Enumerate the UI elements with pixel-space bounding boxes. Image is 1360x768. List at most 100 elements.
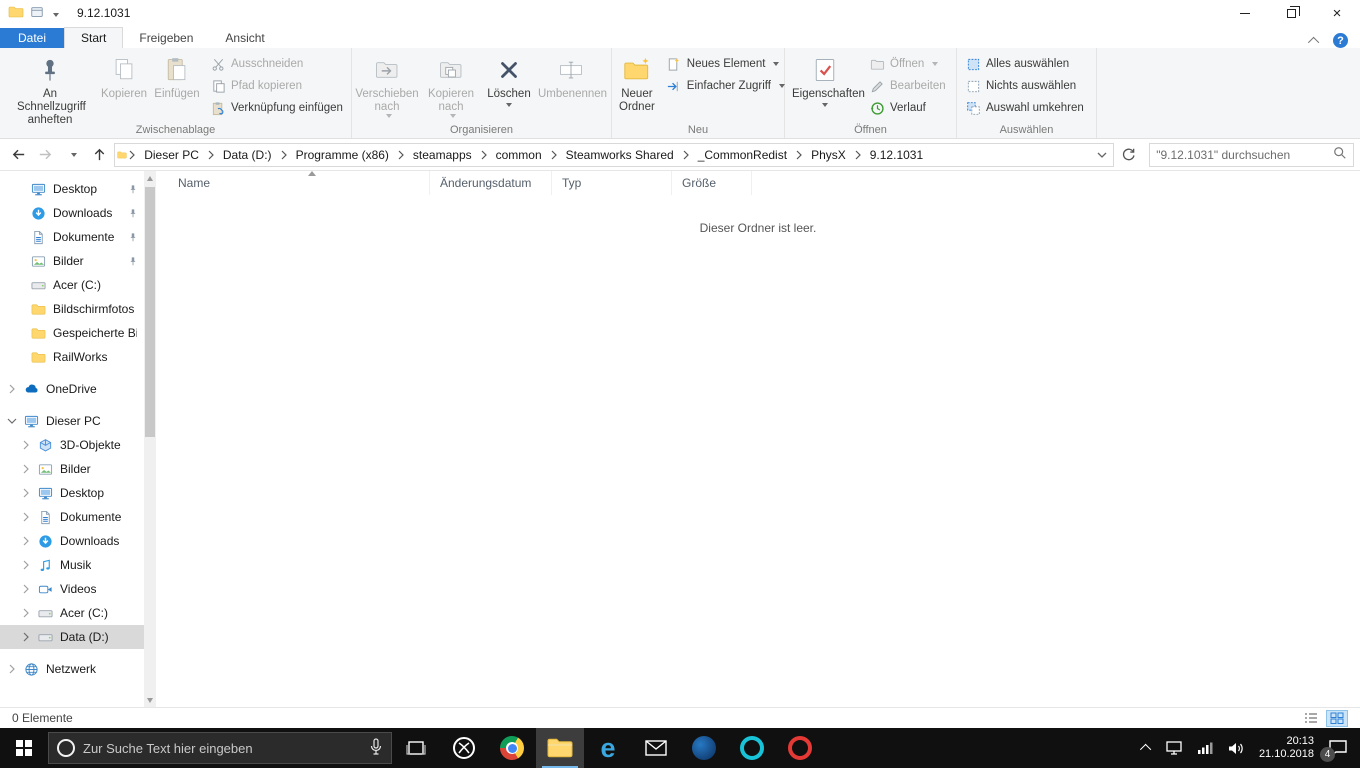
qat-button-icon[interactable] [30,5,44,22]
sidebar-item-acer-c-qa[interactable]: Acer (C:) [0,273,156,297]
sidebar-item-bildschirmfotos[interactable]: Bildschirmfotos [0,297,156,321]
chevron-right-icon[interactable] [20,512,31,522]
pin-to-quick-access-button[interactable]: An Schnellzugriff anheften [2,51,98,129]
chevron-right-icon[interactable] [6,384,17,394]
qat-customize-chevron-icon[interactable] [50,6,59,20]
sidebar-item-3d-objekte[interactable]: 3D-Objekte [0,433,156,457]
sidebar-item-bilder[interactable]: Bilder [0,457,156,481]
chevron-right-icon[interactable] [20,584,31,594]
sidebar-item-data-d[interactable]: Data (D:) [0,625,156,649]
minimize-ribbon-icon[interactable] [1307,34,1320,48]
help-icon[interactable]: ? [1333,33,1348,48]
signal-icon[interactable] [1190,728,1220,768]
refresh-button[interactable] [1116,143,1141,167]
copy-button[interactable]: Kopieren [98,51,150,103]
chevron-right-icon[interactable] [6,664,17,674]
sidebar-item-documents-qa[interactable]: Dokumente [0,225,156,249]
paste-button[interactable]: Einfügen [150,51,204,103]
cut-button[interactable]: Ausschneiden [204,53,349,75]
tab-freigeben[interactable]: Freigeben [123,28,209,48]
ethernet-icon[interactable] [1158,728,1190,768]
column-header-size[interactable]: Größe [672,171,752,195]
minimize-button[interactable] [1222,0,1268,26]
edit-button[interactable]: Bearbeiten [863,75,952,97]
taskbar-app-mail[interactable] [632,728,680,768]
taskbar-app-chrome[interactable] [488,728,536,768]
close-button[interactable]: × [1314,0,1360,26]
breadcrumb-item[interactable]: Steamworks Shared [559,144,681,166]
chevron-right-icon[interactable] [20,608,31,618]
column-header-date[interactable]: Änderungsdatum [430,171,552,195]
taskbar-app-steam[interactable] [680,728,728,768]
sidebar-scrollbar[interactable] [144,171,156,707]
new-item-button[interactable]: Neues Element [660,53,791,75]
details-view-button[interactable] [1300,710,1322,727]
select-none-button[interactable]: Nichts auswählen [959,75,1090,97]
easy-access-button[interactable]: Einfacher Zugriff [660,75,791,97]
forward-button[interactable] [33,143,58,167]
taskbar-app-edge[interactable]: e [584,728,632,768]
taskbar-app-xbox[interactable] [440,728,488,768]
chevron-right-icon[interactable] [20,632,31,642]
recent-locations-chevron-icon[interactable] [60,143,85,167]
chevron-right-icon[interactable] [20,464,31,474]
breadcrumb-item[interactable]: PhysX [804,144,853,166]
breadcrumb-item[interactable]: steamapps [406,144,479,166]
tab-start[interactable]: Start [64,27,124,48]
sidebar-item-downloads[interactable]: Downloads [0,529,156,553]
new-folder-button[interactable]: Neuer Ordner [614,51,660,116]
chevron-down-icon[interactable] [6,417,17,425]
sidebar-item-netzwerk[interactable]: Netzwerk [0,657,156,681]
scroll-down-icon[interactable] [144,693,156,707]
move-to-button[interactable]: Verschieben nach [354,51,420,120]
taskbar-search-input[interactable] [83,740,361,756]
sidebar-item-onedrive[interactable]: OneDrive [0,377,156,401]
rename-button[interactable]: Umbenennen [536,51,607,103]
action-center-button[interactable]: 4 [1320,728,1360,768]
breadcrumb-item[interactable]: 9.12.1031 [863,144,930,166]
sidebar-item-musik[interactable]: Musik [0,553,156,577]
sidebar-item-videos[interactable]: Videos [0,577,156,601]
search-icon[interactable] [1333,146,1347,163]
sidebar-item-dieser-pc[interactable]: Dieser PC [0,409,156,433]
column-header-name[interactable]: Name [168,171,430,195]
up-button[interactable] [87,143,112,167]
chevron-right-icon[interactable] [20,560,31,570]
copy-to-button[interactable]: Kopieren nach [420,51,482,120]
select-all-button[interactable]: Alles auswählen [959,53,1090,75]
taskbar-app-explorer[interactable] [536,728,584,768]
scrollbar-thumb[interactable] [145,187,155,437]
properties-button[interactable]: Eigenschaften [787,51,865,109]
sidebar-item-pictures-qa[interactable]: Bilder [0,249,156,273]
search-input[interactable] [1156,147,1333,162]
invert-selection-button[interactable]: Auswahl umkehren [959,97,1090,119]
address-breadcrumb-bar[interactable]: Dieser PC Data (D:) Programme (x86) stea… [114,142,1115,167]
scroll-up-icon[interactable] [144,171,156,185]
copy-path-button[interactable]: Pfad kopieren [204,75,349,97]
sidebar-item-gespeicherte-bilder[interactable]: Gespeicherte Bilder [0,321,156,345]
sidebar-item-railworks[interactable]: RailWorks [0,345,156,369]
breadcrumb-item[interactable]: Data (D:) [216,144,279,166]
paste-shortcut-button[interactable]: Verknüpfung einfügen [204,97,349,119]
taskbar-app-red[interactable] [776,728,824,768]
delete-button[interactable]: Löschen [482,51,536,109]
sidebar-item-downloads-qa[interactable]: Downloads [0,201,156,225]
breadcrumb-item[interactable]: _CommonRedist [691,144,794,166]
breadcrumb-item[interactable]: Dieser PC [137,144,206,166]
sidebar-item-desktop-qa[interactable]: Desktop [0,177,156,201]
sidebar-item-acer-c[interactable]: Acer (C:) [0,601,156,625]
large-icons-view-button[interactable] [1326,709,1348,727]
sidebar-item-desktop[interactable]: Desktop [0,481,156,505]
open-button[interactable]: Öffnen [863,53,952,75]
taskbar-app-teal[interactable] [728,728,776,768]
microphone-icon[interactable] [369,737,383,759]
chevron-right-icon[interactable] [20,440,31,450]
chevron-right-icon[interactable] [20,536,31,546]
column-header-type[interactable]: Typ [552,171,672,195]
breadcrumb-item[interactable]: Programme (x86) [289,144,396,166]
volume-icon[interactable] [1220,728,1251,768]
tab-datei[interactable]: Datei [0,28,65,48]
start-button[interactable] [0,728,48,768]
address-dropdown-chevron-icon[interactable] [1097,148,1107,162]
task-view-button[interactable] [392,728,440,768]
